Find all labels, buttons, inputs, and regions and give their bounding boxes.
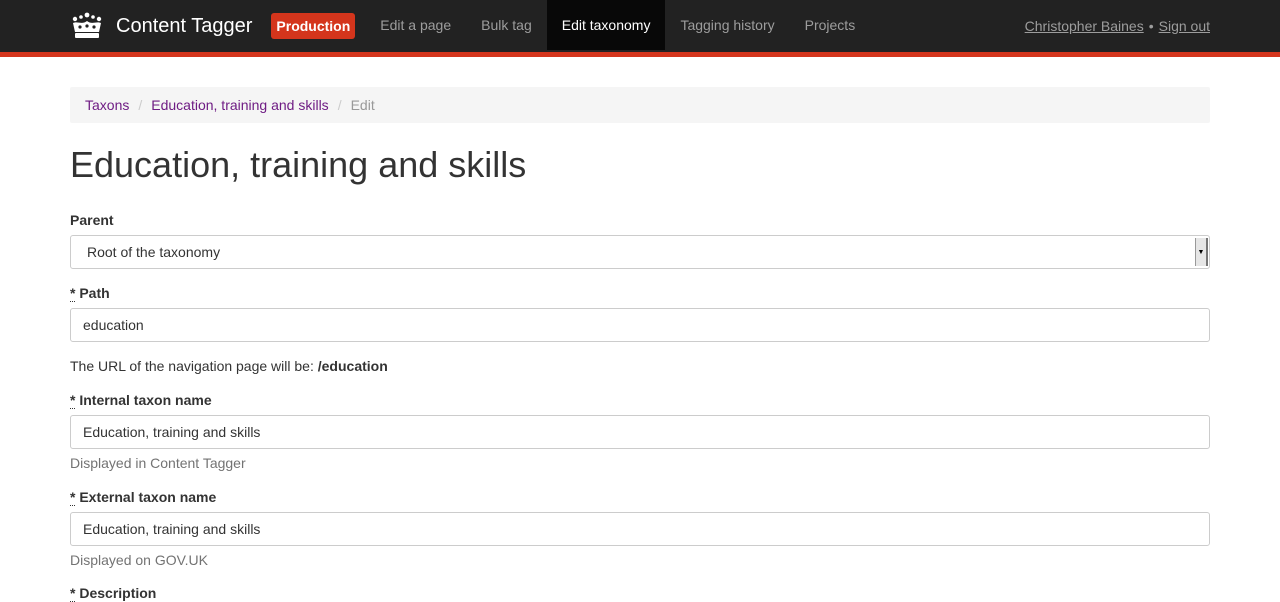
description-label-text: Description <box>79 585 157 601</box>
required-marker: * <box>70 585 76 602</box>
breadcrumb-separator: / <box>337 97 342 113</box>
nav-links: Edit a page Bulk tag Edit taxonomy Taggi… <box>365 0 870 52</box>
required-marker: * <box>70 285 76 302</box>
user-name-link[interactable]: Christopher Baines <box>1025 18 1144 34</box>
navbar-inner: Content Tagger Production Edit a page Bu… <box>70 0 1210 52</box>
external-name-label-text: External taxon name <box>79 489 217 505</box>
environment-badge: Production <box>271 13 356 39</box>
breadcrumb: Taxons / Education, training and skills … <box>70 87 1210 123</box>
nav-item-bulk-tag[interactable]: Bulk tag <box>466 0 547 50</box>
breadcrumb-item-education[interactable]: Education, training and skills <box>151 97 328 113</box>
path-group: * Path <box>70 285 1210 342</box>
nav-item-edit-taxonomy[interactable]: Edit taxonomy <box>546 0 666 50</box>
parent-select-value: Root of the taxonomy <box>87 244 221 260</box>
internal-name-label: * Internal taxon name <box>70 392 1210 409</box>
user-area: Christopher Baines • Sign out <box>1025 18 1210 34</box>
description-label: * Description <box>70 585 1210 602</box>
breadcrumb-separator: / <box>138 97 143 113</box>
internal-name-group: * Internal taxon name Displayed in Conte… <box>70 392 1210 471</box>
path-label: * Path <box>70 285 1210 302</box>
chevron-down-icon: ▼ <box>1195 238 1208 266</box>
url-note: The URL of the navigation page will be: … <box>70 358 1210 374</box>
path-label-text: Path <box>79 285 110 301</box>
internal-name-help: Displayed in Content Tagger <box>70 455 246 471</box>
app-name: Content Tagger <box>116 14 253 37</box>
parent-label: Parent <box>70 212 114 228</box>
internal-name-input[interactable] <box>70 415 1210 449</box>
required-marker: * <box>70 489 76 506</box>
nav-item-edit-a-page[interactable]: Edit a page <box>365 0 466 50</box>
path-input[interactable] <box>70 308 1210 342</box>
nav-item-projects[interactable]: Projects <box>790 0 871 50</box>
breadcrumb-current: Edit <box>350 97 375 113</box>
internal-name-label-text: Internal taxon name <box>79 392 212 408</box>
brand-link[interactable]: Content Tagger <box>70 0 252 52</box>
crown-icon <box>72 12 102 38</box>
required-marker: * <box>70 392 76 409</box>
sign-out-link[interactable]: Sign out <box>1159 18 1210 34</box>
breadcrumb-item-taxons[interactable]: Taxons <box>85 97 129 113</box>
external-name-group: * External taxon name Displayed on GOV.U… <box>70 489 1210 568</box>
nav-item-tagging-history[interactable]: Tagging history <box>665 0 789 50</box>
parent-select[interactable]: Root of the taxonomy ▼ <box>70 235 1210 269</box>
top-navbar: Content Tagger Production Edit a page Bu… <box>0 0 1280 57</box>
external-name-help: Displayed on GOV.UK <box>70 552 208 568</box>
parent-group: Parent Root of the taxonomy ▼ <box>70 212 1210 269</box>
main-container: Taxons / Education, training and skills … <box>70 87 1210 602</box>
external-name-label: * External taxon name <box>70 489 1210 506</box>
external-name-input[interactable] <box>70 512 1210 546</box>
user-separator: • <box>1148 18 1154 34</box>
page-title: Education, training and skills <box>70 144 527 185</box>
description-group: * Description <box>70 585 1210 602</box>
url-note-value: /education <box>317 358 388 374</box>
url-note-text: The URL of the navigation page will be: <box>70 358 314 374</box>
